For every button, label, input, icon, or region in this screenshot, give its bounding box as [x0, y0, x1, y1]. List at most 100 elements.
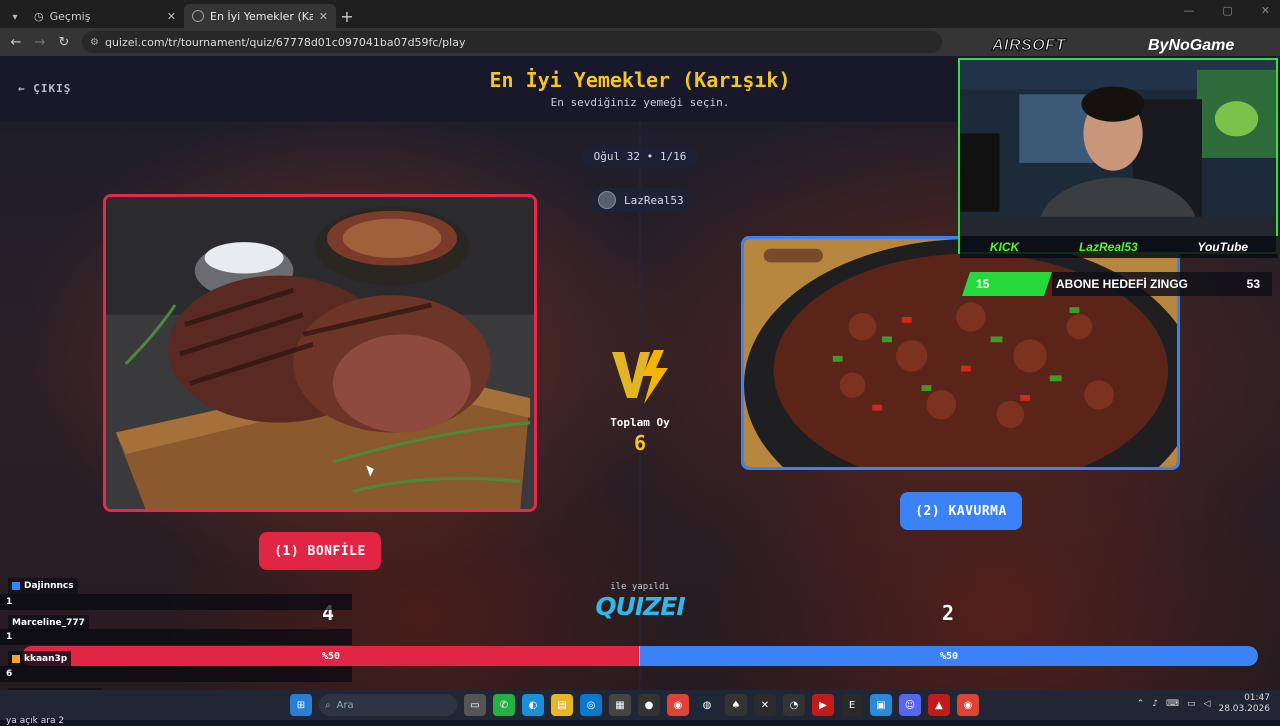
close-icon[interactable]: ✕ [167, 10, 176, 23]
chrome-icon[interactable]: ◉ [957, 694, 979, 716]
exit-label: ÇIKIŞ [33, 82, 72, 95]
subscriber-goal: 15 ABONE HEDEFİ ZINGG 53 [962, 272, 1272, 296]
page-title: En İyi Yemekler (Karışık) [489, 68, 791, 92]
total-votes-label: Toplam Oy [610, 416, 670, 429]
volume-icon[interactable]: ◁ [1204, 699, 1211, 709]
chat-user: Dajinnncs [24, 581, 74, 591]
tab-list-icon[interactable]: ▾ [4, 6, 26, 28]
gauge-icon[interactable]: ◔ [783, 694, 805, 716]
chrome-icon[interactable]: ◉ [667, 694, 689, 716]
windows-taskbar: ⊞ ⌕ Ara ▭ ✆ ◐ ▤ ◎ ▦ ● ◉ ◍ ♠ ✕ ◔ ▶ E ▣ ☺ … [0, 690, 1280, 720]
task-view-icon[interactable]: ▭ [464, 694, 486, 716]
tab-history[interactable]: ◷ Geçmiş ✕ [26, 4, 184, 28]
sponsor-banner: AIRSOFT ByNoGame [992, 37, 1278, 57]
app-icon[interactable]: ▣ [870, 694, 892, 716]
tab-title: Geçmiş [49, 9, 91, 23]
search-icon: ⌕ [325, 699, 331, 711]
date: 28.03.2026 [1218, 704, 1270, 714]
time: 01:47 [1244, 693, 1270, 703]
chat-user: Marceline_777 [12, 618, 85, 628]
goal-current: 15 [962, 272, 1052, 296]
username: LazReal53 [624, 193, 684, 207]
history-icon: ◷ [34, 9, 44, 23]
clock[interactable]: 01:47 28.03.2026 [1218, 693, 1270, 715]
weather-widget[interactable]: ya açık ara 2 [6, 716, 64, 726]
badge-icon [12, 582, 20, 590]
arrow-left-icon: ← [18, 82, 26, 95]
reload-icon[interactable]: ↻ [52, 35, 76, 50]
window-controls: — ▢ ✕ [1183, 4, 1270, 17]
steak-image [106, 197, 534, 509]
epic-games-icon[interactable]: E [841, 694, 863, 716]
app-icon[interactable]: ▶ [812, 694, 834, 716]
back-icon[interactable]: ← [4, 35, 28, 50]
channel-name: LazReal53 [1078, 240, 1138, 254]
page-subtitle: En sevdiğiniz yemeği seçin. [550, 96, 730, 109]
minimize-icon[interactable]: — [1183, 4, 1194, 17]
url-text: quizei.com/tr/tournament/quiz/67778d01c0… [104, 35, 466, 49]
system-tray: ⌃ ♪ ⌨ ▭ ◁ 01:47 28.03.2026 [1137, 693, 1270, 715]
vs-icon [612, 350, 668, 404]
webcam-image [960, 60, 1276, 252]
social-bar: KICK LazReal53 YouTube [960, 236, 1278, 258]
bynogame-logo: ByNoGame [1148, 37, 1235, 54]
xbox-icon[interactable]: ✕ [754, 694, 776, 716]
steam-icon[interactable]: ◍ [696, 694, 718, 716]
close-icon[interactable]: ✕ [319, 10, 328, 23]
app-icon[interactable]: ♠ [725, 694, 747, 716]
keyboard-icon[interactable]: ⌨ [1166, 699, 1179, 709]
chat-message: kkaan3p [8, 651, 72, 667]
site-favicon-icon [192, 10, 204, 22]
app-icon[interactable]: ▲ [928, 694, 950, 716]
vote-count-right: 2 [942, 601, 955, 625]
maximize-icon[interactable]: ▢ [1222, 4, 1232, 17]
forward-icon[interactable]: → [28, 35, 52, 50]
chat-value: 1 [0, 594, 352, 610]
chevron-up-icon[interactable]: ⌃ [1137, 699, 1145, 709]
edge-icon[interactable]: ◎ [580, 694, 602, 716]
webcam-overlay [958, 58, 1278, 254]
network-icon[interactable]: ▭ [1187, 699, 1196, 709]
whatsapp-icon[interactable]: ✆ [493, 694, 515, 716]
browser-tab-bar: ▾ ◷ Geçmiş ✕ En İyi Yemekler (Karışık) -… [0, 0, 1280, 28]
vote-bar-left: %50 [22, 646, 640, 666]
taskbar-apps: ⊞ ⌕ Ara ▭ ✆ ◐ ▤ ◎ ▦ ● ◉ ◍ ♠ ✕ ◔ ▶ E ▣ ☺ … [290, 694, 979, 716]
tab-quiz[interactable]: En İyi Yemekler (Karışık) - Tier L ✕ [184, 4, 336, 28]
chat-message: Dajinnncs [8, 578, 78, 594]
total-votes-value: 6 [633, 431, 647, 455]
copilot-icon[interactable]: ◐ [522, 694, 544, 716]
goal-text-box: ABONE HEDEFİ ZINGG 53 [1052, 272, 1272, 296]
app-icon[interactable]: ● [638, 694, 660, 716]
store-icon[interactable]: ▦ [609, 694, 631, 716]
choice-button-right[interactable]: (2) KAVURMA [900, 492, 1022, 530]
kick-logo: KICK [989, 240, 1020, 254]
goal-target: 53 [1246, 277, 1260, 291]
close-window-icon[interactable]: ✕ [1261, 4, 1270, 17]
windows-start-icon[interactable]: ⊞ [290, 694, 312, 716]
site-info-icon[interactable]: ⚙ [90, 37, 99, 48]
airsoft-logo: AIRSOFT [992, 37, 1066, 55]
microphone-icon[interactable]: ♪ [1152, 699, 1158, 709]
chat-value: 6 [0, 666, 352, 682]
new-tab-button[interactable]: + [336, 4, 358, 28]
made-with-label: ile yapıldı [610, 582, 670, 592]
user-badge: LazReal53 [590, 188, 690, 212]
url-field[interactable]: ⚙ quizei.com/tr/tournament/quiz/67778d01… [82, 31, 942, 53]
vote-bar-right: %50 [640, 646, 1258, 666]
chat-user: kkaan3p [24, 654, 68, 664]
vote-percent-right: %50 [939, 650, 959, 662]
discord-icon[interactable]: ☺ [899, 694, 921, 716]
quizei-logo[interactable]: QUIZEI [590, 592, 690, 621]
file-explorer-icon[interactable]: ▤ [551, 694, 573, 716]
avatar [598, 191, 616, 209]
choice-button-left[interactable]: (1) BONFİLE [259, 532, 381, 570]
exit-button[interactable]: ← ÇIKIŞ [18, 82, 71, 95]
taskbar-search[interactable]: ⌕ Ara [319, 694, 457, 716]
chat-value: 1 [0, 629, 352, 645]
tab-title: En İyi Yemekler (Karışık) - Tier L [210, 9, 313, 23]
choice-card-left[interactable] [103, 194, 537, 512]
badge-icon [12, 655, 20, 663]
youtube-logo: YouTube [1197, 240, 1249, 254]
vote-progress-bar: %50 %50 [22, 646, 1258, 666]
round-badge: Oğul 32 • 1/16 [582, 146, 698, 168]
